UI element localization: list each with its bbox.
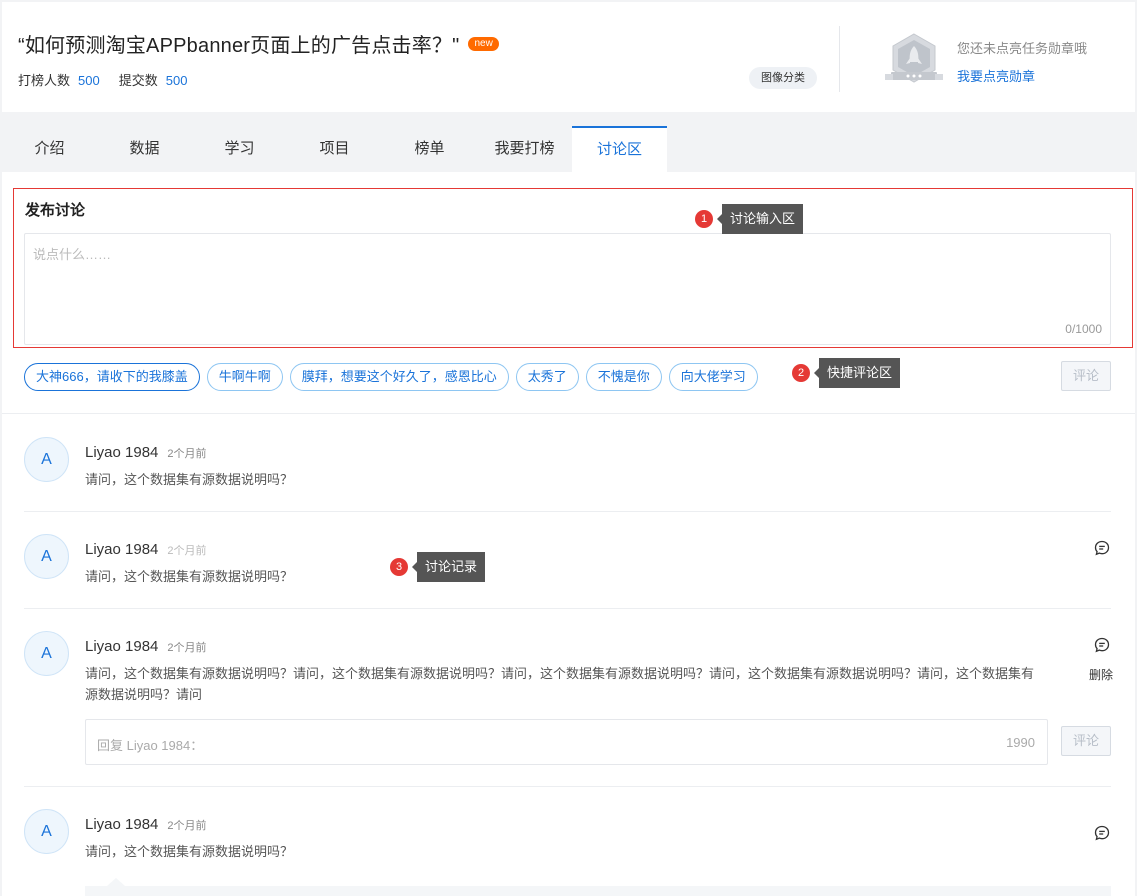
divider xyxy=(839,26,840,92)
quick-comment-row: 大神666，请收下的我膝盖 牛啊牛啊 膜拜，想要这个好久了，感恩比心 太秀了 不… xyxy=(24,363,765,391)
tab-learn[interactable]: 学习 xyxy=(192,126,287,172)
comment-header: Liyao 1984 2个月前 xyxy=(85,638,207,655)
char-counter: 0/1000 xyxy=(1065,322,1102,336)
comment-user: Liyao 1984 xyxy=(85,816,159,833)
light-medal-link[interactable]: 我要点亮勋章 xyxy=(957,66,1087,85)
comment-header: Liyao 1984 2个月前 xyxy=(85,444,207,461)
tab-bar: 介绍 数据 学习 项目 榜单 我要打榜 讨论区 xyxy=(2,126,667,172)
annotation-number: 1 xyxy=(695,210,713,228)
reply-placeholder: 回复 Liyao 1984： xyxy=(97,738,204,753)
quick-comment-chip[interactable]: 膜拜，想要这个好久了，感恩比心 xyxy=(289,363,509,391)
input-placeholder: 说点什么…… xyxy=(33,247,112,262)
comment-time: 2个月前 xyxy=(167,448,207,460)
tab-submit[interactable]: 我要打榜 xyxy=(477,126,572,172)
quick-comment-chip[interactable]: 向大佬学习 xyxy=(668,363,758,391)
comment-time: 2个月前 xyxy=(167,820,207,832)
tab-intro[interactable]: 介绍 xyxy=(2,126,97,172)
comment-user: Liyao 1984 xyxy=(85,541,159,558)
comment-time: 2个月前 xyxy=(167,642,207,654)
header: “如何预测淘宝APPbanner页面上的广告点击率？" new 打榜人数 500 … xyxy=(2,2,1135,112)
comment-body: 请问，这个数据集有源数据说明吗？ xyxy=(85,472,294,487)
comment-body: 请问，这个数据集有源数据说明吗？ xyxy=(85,844,294,859)
page-title: “如何预测淘宝APPbanner页面上的广告点击率？" xyxy=(18,35,460,57)
medal-text: 您还未点亮任务勋章哦 我要点亮勋章 xyxy=(957,38,1087,85)
annotation-3: 3 讨论记录 xyxy=(390,552,486,582)
reply-icon[interactable] xyxy=(1094,825,1110,841)
tab-projects[interactable]: 项目 xyxy=(287,126,382,172)
divider xyxy=(2,413,1135,414)
stat-value: 500 xyxy=(165,73,188,88)
reply-thread-preview xyxy=(85,878,1111,896)
quick-comment-chip[interactable]: 不愧是你 xyxy=(585,363,662,391)
tab-discussion[interactable]: 讨论区 xyxy=(572,126,667,172)
quick-comment-chip[interactable]: 大神666，请收下的我膝盖 xyxy=(24,363,200,391)
new-badge: new xyxy=(468,36,499,51)
annotation-number: 2 xyxy=(792,364,810,382)
reply-icon[interactable] xyxy=(1094,637,1110,653)
avatar: A xyxy=(24,534,69,579)
annotation-number: 3 xyxy=(390,558,408,576)
category-tag: 图像分类 xyxy=(749,67,817,89)
stats: 打榜人数 500 提交数 500 xyxy=(18,70,206,89)
comment-user: Liyao 1984 xyxy=(85,444,159,461)
annotation-1: 1 讨论输入区 xyxy=(695,204,804,234)
medal-icon xyxy=(885,33,943,83)
reply-icon[interactable] xyxy=(1094,540,1110,556)
title-row: “如何预测淘宝APPbanner页面上的广告点击率？" new xyxy=(18,29,499,58)
divider xyxy=(24,511,1111,512)
divider xyxy=(24,786,1111,787)
comment-body: 请问，这个数据集有源数据说明吗？请问，这个数据集有源数据说明吗？请问，这个数据集… xyxy=(85,666,1035,702)
comment-header: Liyao 1984 2个月前 xyxy=(85,541,207,558)
medal-hint: 您还未点亮任务勋章哦 xyxy=(957,41,1088,56)
reply-counter: 1990 xyxy=(1006,735,1035,750)
compose-title: 发布讨论 xyxy=(25,202,86,219)
annotation-label: 讨论记录 xyxy=(411,552,486,582)
comment-header: Liyao 1984 2个月前 xyxy=(85,816,207,833)
stat-value: 500 xyxy=(78,73,100,88)
comment-user: Liyao 1984 xyxy=(85,638,159,655)
avatar: A xyxy=(24,631,69,676)
stat-label: 打榜人数 xyxy=(18,73,71,88)
comment-body: 请问，这个数据集有源数据说明吗？ xyxy=(85,569,294,584)
compose-section: 发布讨论 说点什么…… 0/1000 xyxy=(13,188,1133,348)
annotation-label: 讨论输入区 xyxy=(716,204,804,234)
tab-data[interactable]: 数据 xyxy=(97,126,192,172)
annotation-label: 快捷评论区 xyxy=(813,358,901,388)
submit-comment-button[interactable]: 评论 xyxy=(1061,361,1111,391)
divider xyxy=(24,608,1111,609)
stat-label: 提交数 xyxy=(118,73,158,88)
comment-time: 2个月前 xyxy=(167,545,207,557)
quick-comment-chip[interactable]: 牛啊牛啊 xyxy=(206,363,283,391)
avatar: A xyxy=(24,437,69,482)
annotation-2: 2 快捷评论区 xyxy=(792,358,901,388)
reply-input[interactable]: 回复 Liyao 1984： 1990 xyxy=(85,719,1048,765)
discussion-input[interactable]: 说点什么…… 0/1000 xyxy=(24,233,1111,345)
stat-submissions: 提交数 500 xyxy=(119,70,188,89)
delete-link[interactable]: 删除 xyxy=(1089,666,1113,683)
quick-comment-chip[interactable]: 太秀了 xyxy=(515,363,579,391)
submit-reply-button[interactable]: 评论 xyxy=(1061,726,1111,756)
avatar: A xyxy=(24,809,69,854)
discussion-panel: 发布讨论 说点什么…… 0/1000 1 讨论输入区 大神666，请收下的我膝盖… xyxy=(2,172,1135,896)
tab-leaderboard[interactable]: 榜单 xyxy=(382,126,477,172)
stat-participants: 打榜人数 500 xyxy=(18,70,100,89)
